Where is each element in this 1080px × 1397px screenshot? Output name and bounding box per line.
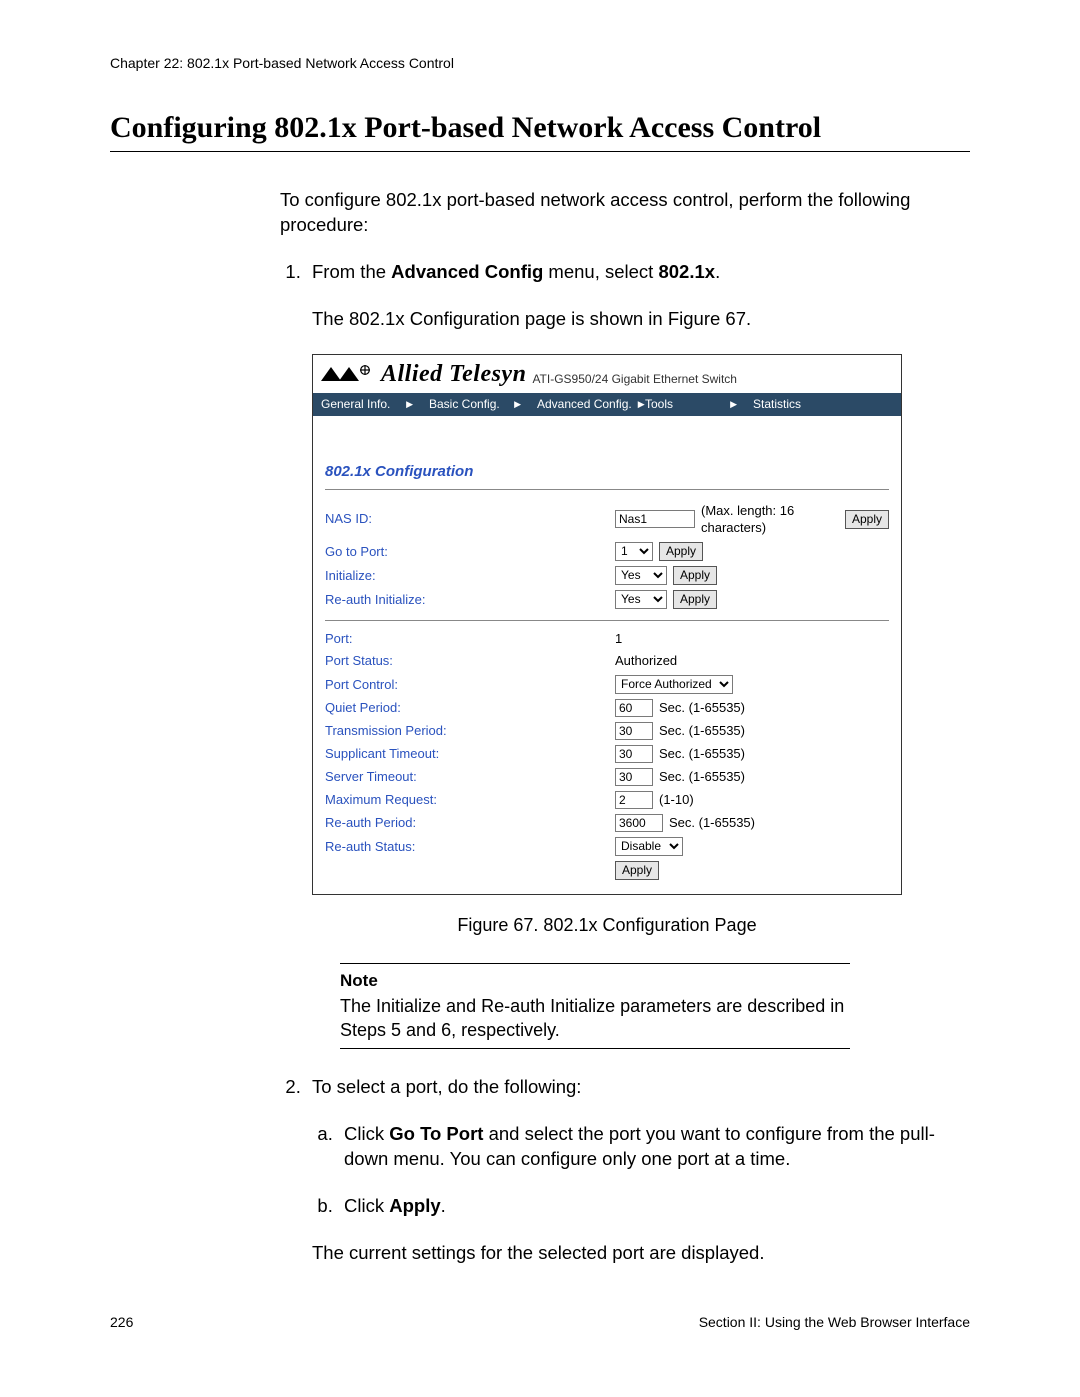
logo-mark-icon — [319, 365, 377, 383]
goto-port-select[interactable]: 1 — [615, 542, 653, 561]
title-rule — [110, 151, 970, 152]
reauth-period-input[interactable] — [615, 814, 663, 832]
port-status-value: Authorized — [615, 652, 889, 670]
allied-telesyn-logo: Allied Telesyn — [319, 358, 526, 390]
step2a-prefix: Click — [344, 1123, 389, 1144]
port-value: 1 — [615, 630, 889, 648]
step-2b: Click Apply. — [338, 1194, 970, 1219]
menu-bar: General Info. ▶ Basic Config. ▶ Advanced… — [313, 393, 901, 416]
sec-hint: Sec. (1-65535) — [659, 768, 745, 786]
supp-timeout-input[interactable] — [615, 745, 653, 763]
initialize-select[interactable]: Yes — [615, 566, 667, 585]
sec-hint: Sec. (1-65535) — [659, 699, 745, 717]
sec-hint: Sec. (1-65535) — [659, 745, 745, 763]
sec-hint: Sec. (1-65535) — [659, 722, 745, 740]
maxreq-hint: (1-10) — [659, 791, 694, 809]
step1-menu-name: Advanced Config — [391, 261, 543, 282]
screenshot-header: Allied Telesyn ATI-GS950/24 Gigabit Ethe… — [313, 355, 901, 393]
step1-mid: menu, select — [543, 261, 658, 282]
quiet-period-input[interactable] — [615, 699, 653, 717]
menu-label: Advanced Config. — [537, 396, 632, 412]
switch-model: ATI-GS950/24 Gigabit Ethernet Switch — [532, 371, 737, 387]
section-title: Configuring 802.1x Port-based Network Ac… — [110, 111, 970, 145]
menu-label: Statistics — [753, 396, 801, 412]
apply-button[interactable]: Apply — [659, 542, 703, 561]
step2b-suffix: . — [441, 1195, 446, 1216]
sec-hint: Sec. (1-65535) — [669, 814, 755, 832]
figure-67: Allied Telesyn ATI-GS950/24 Gigabit Ethe… — [312, 354, 970, 937]
note-block: Note The Initialize and Re-auth Initiali… — [340, 963, 850, 1049]
step2b-prefix: Click — [344, 1195, 389, 1216]
label-port-status: Port Status: — [325, 652, 615, 670]
step-2a: Click Go To Port and select the port you… — [338, 1122, 970, 1172]
chevron-right-icon: ▶ — [514, 398, 521, 410]
menu-label: Tools — [645, 396, 673, 412]
menu-label: Basic Config. — [429, 396, 500, 412]
panel-rule — [325, 489, 889, 490]
page-number: 226 — [110, 1314, 133, 1330]
section-divider — [325, 620, 889, 621]
label-port: Port: — [325, 630, 615, 648]
step2-result: The current settings for the selected po… — [312, 1241, 970, 1266]
nas-id-input[interactable] — [615, 510, 695, 528]
step-1: From the Advanced Config menu, select 80… — [306, 260, 970, 1049]
label-reauth-init: Re-auth Initialize: — [325, 591, 615, 609]
tx-period-input[interactable] — [615, 722, 653, 740]
nas-id-hint: (Max. length: 16 characters) — [701, 502, 839, 537]
apply-button[interactable]: Apply — [615, 861, 659, 880]
label-tx-period: Transmission Period: — [325, 722, 615, 740]
label-quiet-period: Quiet Period: — [325, 699, 615, 717]
menu-general-info[interactable]: General Info. ▶ — [313, 393, 421, 416]
apply-button[interactable]: Apply — [845, 510, 889, 529]
label-server-timeout: Server Timeout: — [325, 768, 615, 786]
menu-basic-config[interactable]: Basic Config. ▶ — [421, 393, 529, 416]
panel-title: 802.1x Configuration — [325, 462, 889, 482]
note-body: The Initialize and Re-auth Initialize pa… — [340, 995, 850, 1042]
note-label: Note — [340, 970, 850, 993]
menu-tools[interactable]: Tools ▶ — [637, 393, 745, 416]
menu-statistics[interactable]: Statistics — [745, 393, 809, 416]
apply-button[interactable]: Apply — [673, 590, 717, 609]
step1-suffix: . — [715, 261, 720, 282]
label-port-control: Port Control: — [325, 676, 615, 694]
label-initialize: Initialize: — [325, 567, 615, 585]
intro-paragraph: To configure 802.1x port-based network a… — [280, 188, 970, 238]
step1-text: From the — [312, 261, 391, 282]
label-goto-port: Go to Port: — [325, 543, 615, 561]
apply-button[interactable]: Apply — [673, 566, 717, 585]
step2b-bold: Apply — [389, 1195, 440, 1216]
step2a-bold: Go To Port — [389, 1123, 483, 1144]
step-2: To select a port, do the following: Clic… — [306, 1075, 970, 1266]
port-control-select[interactable]: Force Authorized — [615, 675, 733, 694]
logo-text: Allied Telesyn — [381, 358, 526, 390]
max-request-input[interactable] — [615, 791, 653, 809]
label-nas-id: NAS ID: — [325, 510, 615, 528]
config-screenshot: Allied Telesyn ATI-GS950/24 Gigabit Ethe… — [312, 354, 902, 895]
reauth-init-select[interactable]: Yes — [615, 590, 667, 609]
label-max-request: Maximum Request: — [325, 791, 615, 809]
figure-caption: Figure 67. 802.1x Configuration Page — [312, 913, 902, 937]
label-reauth-status: Re-auth Status: — [325, 838, 615, 856]
chevron-right-icon: ▶ — [406, 398, 413, 410]
label-supp-timeout: Supplicant Timeout: — [325, 745, 615, 763]
step1-result: The 802.1x Configuration page is shown i… — [312, 307, 970, 332]
menu-advanced-config[interactable]: Advanced Config. ▶ — [529, 393, 637, 416]
reauth-status-select[interactable]: Disable — [615, 837, 683, 856]
chevron-right-icon: ▶ — [730, 398, 737, 410]
step1-target: 802.1x — [658, 261, 715, 282]
label-reauth-period: Re-auth Period: — [325, 814, 615, 832]
step2-intro: To select a port, do the following: — [312, 1075, 970, 1100]
server-timeout-input[interactable] — [615, 768, 653, 786]
menu-label: General Info. — [321, 396, 390, 412]
chapter-header: Chapter 22: 802.1x Port-based Network Ac… — [110, 55, 970, 71]
section-footer: Section II: Using the Web Browser Interf… — [699, 1314, 970, 1330]
